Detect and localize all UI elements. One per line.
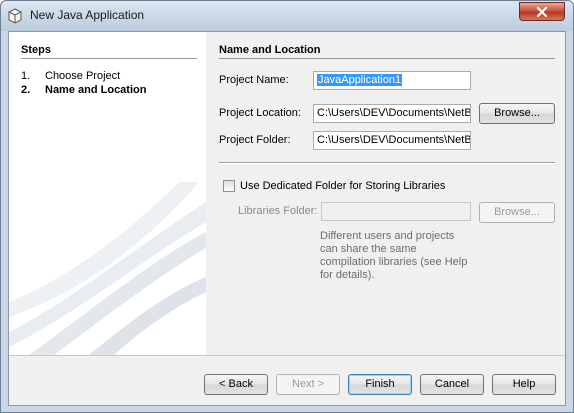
project-location-input[interactable]: C:\Users\DEV\Documents\NetBe (313, 104, 471, 123)
close-button[interactable] (519, 2, 565, 21)
step-1-number: 1. (21, 70, 31, 82)
section-title: Name and Location (219, 44, 321, 56)
step-2-number: 2. (21, 84, 31, 96)
step-2-label: Name and Location (45, 84, 147, 96)
dialog-content: Steps 1. Choose Project 2. Name and Loca… (8, 31, 566, 406)
project-location-label: Project Location: (219, 107, 301, 119)
help-button[interactable]: Help (492, 374, 556, 395)
separator (219, 162, 555, 164)
finish-button[interactable]: Finish (348, 374, 412, 395)
close-icon (536, 7, 548, 17)
java-app-icon (8, 8, 22, 24)
back-button[interactable]: < Back (204, 374, 268, 395)
steps-title: Steps (21, 44, 51, 56)
libraries-folder-input[interactable] (321, 202, 471, 221)
section-divider (219, 58, 555, 59)
window-title: New Java Application (30, 8, 145, 22)
step-1-label: Choose Project (45, 70, 121, 82)
steps-divider (21, 58, 197, 59)
steps-panel: Steps 1. Choose Project 2. Name and Loca… (9, 32, 206, 355)
browse-libraries-button[interactable]: Browse... (479, 202, 555, 223)
libraries-folder-label: Libraries Folder: (238, 205, 318, 217)
footer-divider (9, 355, 565, 356)
use-dedicated-folder-checkbox[interactable] (223, 180, 235, 192)
project-name-label: Project Name: (219, 74, 289, 86)
project-name-value: JavaApplication1 (317, 74, 403, 86)
project-folder-input[interactable]: C:\Users\DEV\Documents\NetBe (313, 131, 471, 150)
project-name-input[interactable]: JavaApplication1 (313, 71, 471, 90)
use-dedicated-folder-label[interactable]: Use Dedicated Folder for Storing Librari… (240, 180, 445, 192)
project-folder-label: Project Folder: (219, 134, 291, 146)
next-button[interactable]: Next > (276, 374, 340, 395)
dialog-window: New Java Application Steps 1. Choose Pro… (0, 0, 574, 413)
title-bar[interactable]: New Java Application (1, 1, 573, 31)
libraries-help-text: Different users and projects can share t… (320, 230, 468, 281)
netbeans-swoosh-graphic (9, 182, 206, 355)
browse-location-button[interactable]: Browse... (479, 103, 555, 124)
cancel-button[interactable]: Cancel (420, 374, 484, 395)
